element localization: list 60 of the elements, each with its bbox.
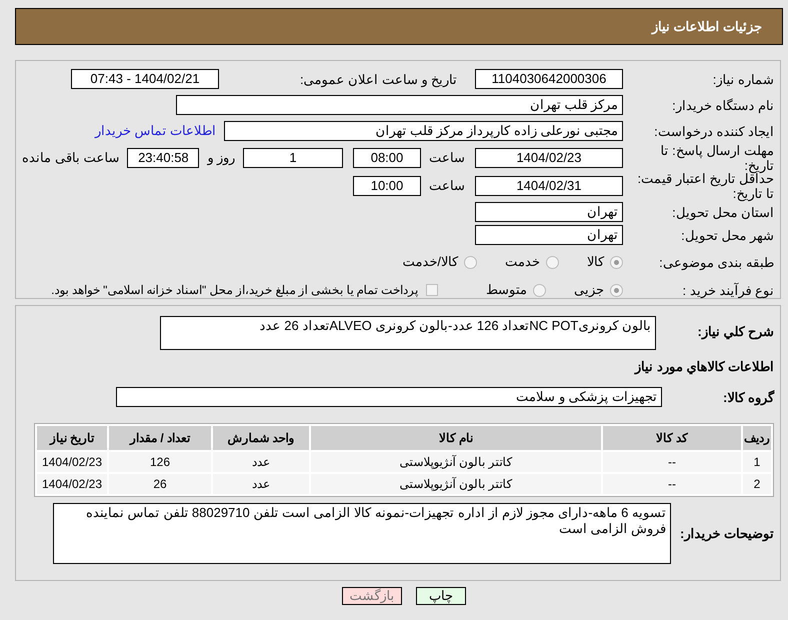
field-label: گروه کالا:	[722, 390, 774, 404]
table-cell: 26	[109, 474, 211, 494]
table-cell: 126	[109, 452, 211, 472]
table-cell: عدد	[213, 474, 309, 494]
table-cell: 1404/02/23	[37, 452, 107, 472]
radio-label: کالا	[587, 253, 604, 272]
field-label: شماره نیاز:	[712, 72, 774, 86]
column-header: کد کالا	[603, 426, 741, 450]
table-cell: کاتتر بالون آنژیوپلاستی	[311, 474, 601, 494]
field-label: مهلت ارسال پاسخ: تا تاریخ:	[660, 143, 774, 173]
radio-label: جزیی	[574, 281, 604, 300]
print-button[interactable]: چاپ	[416, 587, 466, 605]
table-cell: 2	[743, 474, 771, 494]
field-label: ساعت	[429, 149, 465, 168]
column-header: نام کالا	[311, 426, 601, 450]
table-cell: 1404/02/23	[37, 474, 107, 494]
field-label: ساعت باقی مانده	[22, 149, 120, 168]
field-label: نام دستگاه خریدار:	[671, 98, 774, 112]
section-heading: اطلاعات کالاهاي مورد نياز	[633, 358, 774, 376]
text-field[interactable]: 10:00	[353, 176, 421, 196]
radio-label: خدمت	[505, 253, 540, 272]
table-cell: 1	[743, 452, 771, 472]
text-field[interactable]: 1104030642000306	[475, 69, 623, 89]
table-cell: --	[603, 474, 741, 494]
column-header: تاریخ نیاز	[37, 426, 107, 450]
countdown-field[interactable]: 23:40:58	[127, 148, 200, 168]
checkbox-label: پرداخت تمام یا بخشی از مبلغ خرید،از محل "اسناد خزانه اسلامی" خواهد بود.	[51, 282, 418, 299]
column-header: تعداد / مقدار	[109, 426, 211, 450]
field-label: ایجاد کننده درخواست:	[653, 124, 774, 138]
field-label: تاریخ و ساعت اعلان عمومی:	[298, 72, 458, 86]
back-button[interactable]: بازگشت	[342, 587, 402, 605]
text-field[interactable]: 1404/02/31	[475, 176, 623, 196]
notes-box[interactable]: تسویه 6 ماهه-دارای مجوز لازم از اداره تجهیزات-نمونه کالا الزامی است تلفن 88029710 تلفن تماس نماینده فروش الزامی است	[53, 503, 671, 564]
table-cell: --	[603, 452, 741, 472]
field-label: استان محل تحویل:	[671, 204, 774, 220]
text-field[interactable]: مرکز قلب تهران	[176, 95, 623, 115]
field-label: نوع فرآیند خرید :	[682, 282, 774, 298]
text-field[interactable]: تجهیزات پزشکی و سلامت	[116, 387, 662, 407]
column-header: رديف	[743, 426, 771, 450]
text-field[interactable]: تهران	[475, 225, 623, 245]
text-field[interactable]: 1404/02/23	[475, 148, 623, 168]
text-field[interactable]: 1	[243, 148, 343, 168]
page-title: جزئیات اطلاعات نیاز	[652, 18, 762, 36]
table-cell: عدد	[213, 452, 309, 472]
field-label: شرح کلي نياز:	[696, 323, 774, 339]
field-label: ساعت	[429, 177, 465, 196]
radio-label: کالا/خدمت	[402, 253, 458, 272]
table-cell: کاتتر بالون آنژیوپلاستی	[311, 452, 601, 472]
column-header: واحد شمارش	[213, 426, 309, 450]
text-field[interactable]: تهران	[475, 202, 623, 222]
field-label: توضیحات خریدار:	[679, 526, 774, 541]
field-label: شهر محل تحویل:	[680, 228, 774, 242]
contact-link[interactable]: اطلاعات تماس خریدار	[94, 121, 216, 141]
text-field[interactable]: مجتبی نورعلی زاده کارپرداز مرکز قلب تهران	[224, 121, 623, 141]
description-box[interactable]: بالون کرونریNC POTتعداد 126 عدد-بالون کرونری ALVEOتعداد 26 عدد	[160, 316, 656, 350]
text-field[interactable]: 08:00	[353, 148, 421, 168]
field-label: روز و	[207, 149, 235, 168]
radio-label: متوسط	[486, 281, 527, 300]
field-label: طبقه بندی موضوعی:	[658, 254, 774, 270]
text-field[interactable]: 1404/02/21 - 07:43	[71, 69, 219, 89]
